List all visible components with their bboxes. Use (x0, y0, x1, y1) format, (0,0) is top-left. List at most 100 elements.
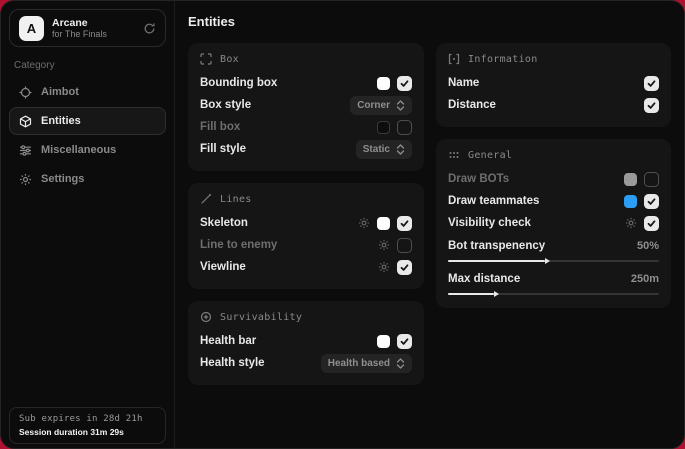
setting-label: Max distance (448, 273, 520, 285)
sidebar-item-label: Miscellaneous (41, 144, 116, 156)
sidebar: A Arcane for The Finals Category (1, 1, 175, 448)
fill-style-select[interactable]: Static (356, 140, 412, 159)
color-swatch[interactable] (624, 195, 637, 208)
survivability-icon (200, 311, 212, 323)
box-style-select[interactable]: Corner (350, 96, 412, 115)
row-settings-gear-icon[interactable] (625, 217, 637, 229)
slider-max-distance: Max distance 250m (448, 270, 659, 295)
setting-row-fill-style: Fill style Static (200, 138, 412, 160)
crosshair-icon (19, 86, 32, 99)
color-swatch[interactable] (377, 335, 390, 348)
setting-label: Draw teammates (448, 195, 539, 207)
checkbox-checked[interactable] (397, 76, 412, 91)
sidebar-item-label: Entities (41, 115, 81, 127)
color-swatch[interactable] (377, 217, 390, 230)
app-logo: A (19, 16, 44, 41)
setting-label: Distance (448, 99, 496, 111)
refresh-icon[interactable] (143, 22, 156, 35)
setting-label: Health style (200, 357, 265, 369)
sidebar-item-miscellaneous[interactable]: Miscellaneous (9, 136, 166, 164)
setting-row-skeleton: Skeleton (200, 212, 412, 234)
checkbox-checked[interactable] (644, 194, 659, 209)
checkbox-unchecked[interactable] (644, 172, 659, 187)
setting-row-name: Name (448, 72, 659, 94)
section-information: Information Name Distance (436, 43, 671, 127)
setting-row-fill-box: Fill box (200, 116, 412, 138)
app-name: Arcane (52, 17, 107, 29)
color-swatch[interactable] (624, 173, 637, 186)
sidebar-item-settings[interactable]: Settings (9, 165, 166, 193)
section-title: Lines (220, 194, 252, 205)
box-corners-icon (200, 53, 212, 65)
setting-row-health-bar: Health bar (200, 330, 412, 352)
checkbox-checked[interactable] (644, 98, 659, 113)
checkbox-checked[interactable] (397, 334, 412, 349)
sliders-icon (19, 144, 32, 157)
setting-label: Visibility check (448, 217, 531, 229)
setting-row-distance: Distance (448, 94, 659, 116)
section-title: Information (468, 54, 538, 65)
sidebar-item-label: Aimbot (41, 86, 79, 98)
checkbox-checked[interactable] (397, 216, 412, 231)
setting-row-draw-bots: Draw BOTs (448, 168, 659, 190)
color-swatch[interactable] (377, 121, 390, 134)
session-duration-text: Session duration 31m 29s (19, 427, 156, 437)
slider-fill[interactable] (448, 293, 494, 295)
setting-label: Skeleton (200, 217, 248, 229)
sidebar-item-aimbot[interactable]: Aimbot (9, 78, 166, 106)
row-settings-gear-icon[interactable] (378, 239, 390, 251)
sidebar-nav: Aimbot Entities (1, 78, 174, 193)
setting-label: Fill style (200, 143, 246, 155)
slider-value: 250m (631, 273, 659, 285)
diagonal-line-icon (200, 193, 212, 205)
category-label: Category (14, 60, 161, 71)
setting-label: Bounding box (200, 77, 277, 89)
checkbox-unchecked[interactable] (397, 120, 412, 135)
checkbox-checked[interactable] (397, 260, 412, 275)
slider-bot-transparency: Bot transpenency 50% (448, 237, 659, 262)
checkbox-checked[interactable] (644, 76, 659, 91)
app-card: A Arcane for The Finals (9, 9, 166, 47)
select-value: Static (363, 144, 390, 155)
row-settings-gear-icon[interactable] (358, 217, 370, 229)
section-box: Box Bounding box Box style (188, 43, 424, 171)
app-window: A Arcane for The Finals Category (0, 0, 685, 449)
setting-label: Name (448, 77, 479, 89)
sub-expiry-text: Sub expires in 28d 21h (19, 414, 156, 424)
gear-icon (19, 173, 32, 186)
section-lines: Lines Skeleton (188, 183, 424, 289)
color-swatch[interactable] (377, 77, 390, 90)
setting-row-draw-teammates: Draw teammates (448, 190, 659, 212)
slider-track[interactable] (448, 293, 659, 295)
information-icon (448, 53, 460, 65)
slider-track[interactable] (448, 260, 659, 262)
setting-label: Health bar (200, 335, 256, 347)
chevron-up-down-icon (396, 100, 405, 111)
setting-label: Viewline (200, 261, 246, 273)
setting-label: Line to enemy (200, 239, 277, 251)
health-style-select[interactable]: Health based (321, 354, 412, 373)
app-subtitle: for The Finals (52, 29, 107, 39)
subscription-info-card: Sub expires in 28d 21h Session duration … (9, 407, 166, 444)
entities-icon (19, 115, 32, 128)
select-value: Corner (357, 100, 390, 111)
page-title: Entities (188, 14, 671, 29)
section-title: Box (220, 54, 239, 65)
setting-row-health-style: Health style Health based (200, 352, 412, 374)
sidebar-item-entities[interactable]: Entities (9, 107, 166, 135)
setting-row-box-style: Box style Corner (200, 94, 412, 116)
section-title: Survivability (220, 312, 302, 323)
setting-row-visibility-check: Visibility check (448, 212, 659, 234)
slider-fill[interactable] (448, 260, 545, 262)
checkbox-unchecked[interactable] (397, 238, 412, 253)
row-settings-gear-icon[interactable] (378, 261, 390, 273)
chevron-up-down-icon (396, 358, 405, 369)
checkbox-checked[interactable] (644, 216, 659, 231)
setting-label: Fill box (200, 121, 240, 133)
sidebar-item-label: Settings (41, 173, 84, 185)
setting-row-bounding-box: Bounding box (200, 72, 412, 94)
main-panel: Entities Box Bounding box (175, 1, 684, 448)
section-title: General (468, 150, 512, 161)
setting-label: Draw BOTs (448, 173, 509, 185)
setting-label: Bot transpenency (448, 240, 545, 252)
